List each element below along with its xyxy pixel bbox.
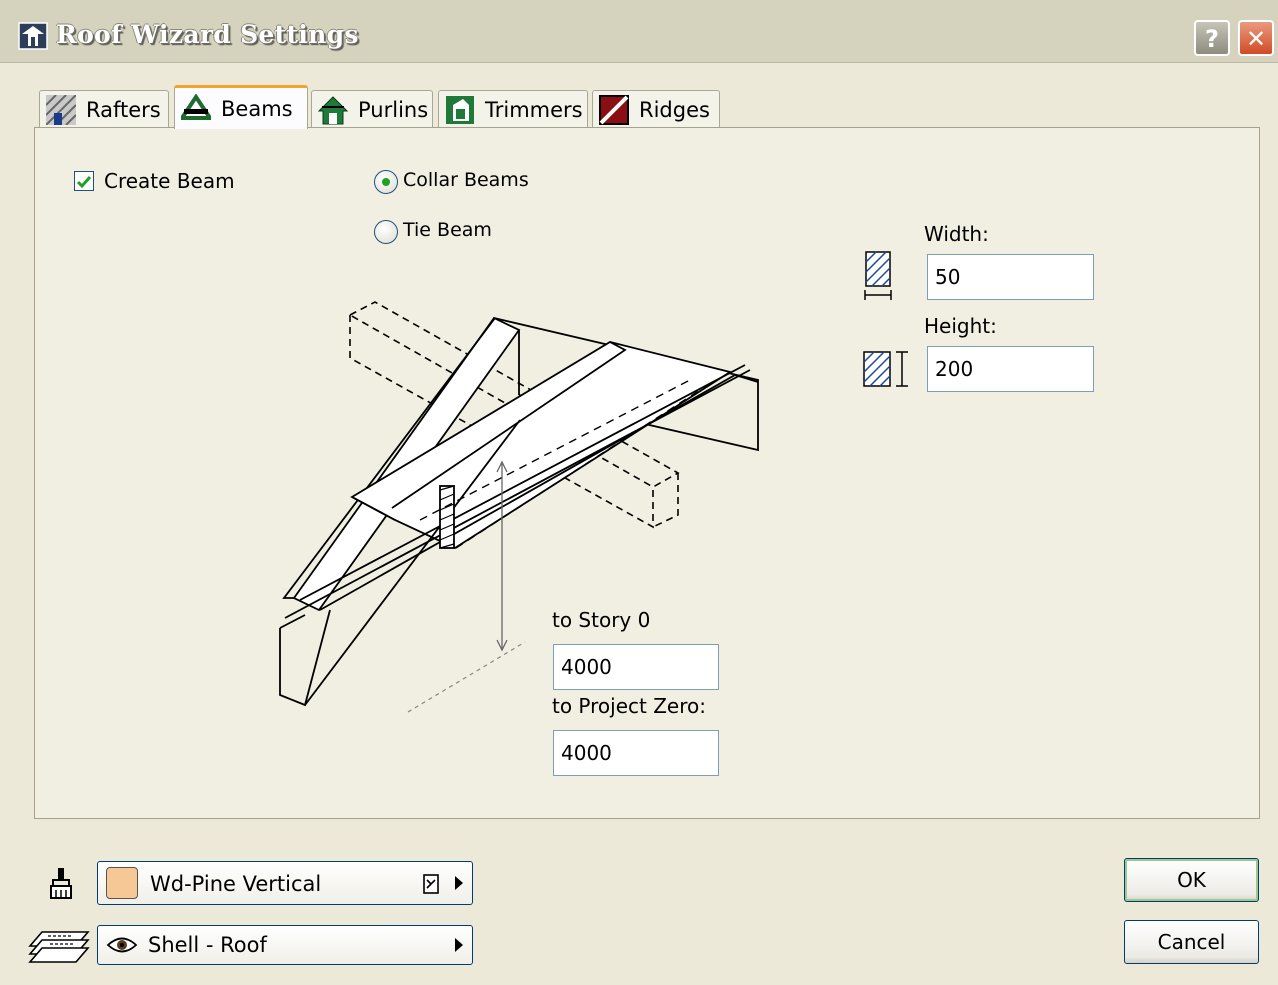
help-button[interactable]: ? <box>1194 20 1230 56</box>
width-dimension-icon <box>864 251 892 300</box>
beams-icon <box>181 93 211 120</box>
close-button[interactable]: ✕ <box>1238 20 1274 56</box>
purlins-icon <box>318 95 348 124</box>
tab-label-rafters: Rafters <box>86 97 161 122</box>
layers-icon <box>28 931 90 963</box>
tab-purlins[interactable]: Purlins <box>311 90 433 128</box>
tab-ridges[interactable]: Ridges <box>592 90 720 128</box>
tab-label-purlins: Purlins <box>358 97 429 122</box>
layer-value: Shell - Roof <box>148 933 267 957</box>
height-label: Height: <box>924 314 997 338</box>
radio-selected-dot <box>382 178 390 186</box>
eye-icon <box>106 937 138 953</box>
tab-label-trimmers: Trimmers <box>485 97 583 122</box>
tie-beam-radio[interactable] <box>374 220 398 244</box>
material-dropdown[interactable]: Wd-Pine Vertical <box>97 861 473 905</box>
layer-dropdown[interactable]: Shell - Roof <box>97 925 473 965</box>
create-beam-label: Create Beam <box>104 169 235 193</box>
tab-beams[interactable]: Beams <box>174 85 308 129</box>
chevron-right-icon <box>455 876 463 890</box>
to-project-zero-label: to Project Zero: <box>552 694 706 718</box>
to-project-zero-field[interactable]: 4000 <box>553 730 719 776</box>
material-settings-icon <box>423 874 439 894</box>
material-value: Wd-Pine Vertical <box>150 872 322 896</box>
chevron-right-icon <box>455 938 463 952</box>
ridges-icon <box>599 94 629 125</box>
tab-trimmers[interactable]: Trimmers <box>438 90 588 128</box>
collar-beams-radio[interactable] <box>374 170 398 194</box>
roof-wizard-app-icon <box>18 22 48 50</box>
tie-beam-label: Tie Beam <box>403 219 492 241</box>
to-story-label: to Story 0 <box>552 608 651 632</box>
width-field[interactable]: 50 <box>927 254 1094 300</box>
material-swatch <box>106 867 138 899</box>
tab-label-ridges: Ridges <box>639 97 710 122</box>
trimmers-icon <box>446 95 474 124</box>
cancel-button[interactable]: Cancel <box>1124 920 1259 964</box>
ok-button[interactable]: OK <box>1124 858 1259 902</box>
width-label: Width: <box>924 222 989 246</box>
height-dimension-icon <box>863 351 908 387</box>
tab-rafters[interactable]: Rafters <box>39 90 169 128</box>
tab-label-beams: Beams <box>221 96 293 121</box>
rafters-icon <box>46 94 76 125</box>
create-beam-checkbox[interactable] <box>74 171 94 191</box>
to-story-field[interactable]: 4000 <box>553 644 719 690</box>
height-field[interactable]: 200 <box>927 346 1094 392</box>
collar-beams-label: Collar Beams <box>403 169 529 191</box>
checkmark-icon <box>76 176 92 189</box>
window-title: Roof Wizard Settings <box>56 20 359 49</box>
paintbrush-icon <box>50 868 72 899</box>
